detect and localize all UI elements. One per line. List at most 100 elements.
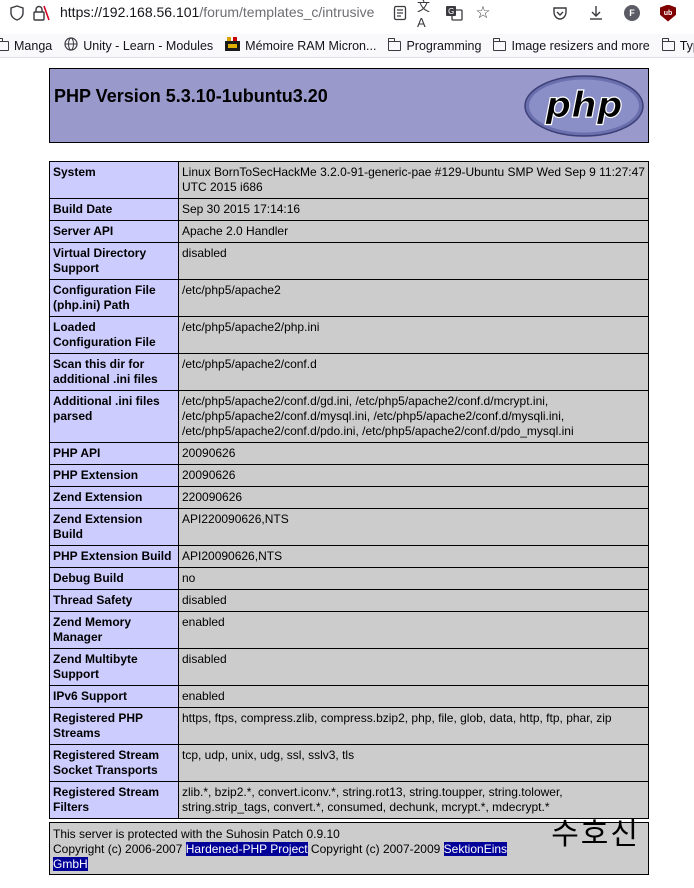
url-path: /forum/templates_c/intrusive bbox=[199, 4, 375, 20]
table-row: PHP Extension 20090626 bbox=[49, 464, 649, 487]
bookmark-programming[interactable]: Programming bbox=[388, 37, 482, 53]
profile-initial: F bbox=[624, 5, 640, 21]
info-key: Zend Extension Build bbox=[49, 508, 179, 546]
table-row: Debug Build no bbox=[49, 567, 649, 590]
info-key: PHP Extension Build bbox=[49, 545, 179, 568]
info-value: Sep 30 2015 17:14:16 bbox=[178, 198, 649, 221]
hardened-php-link[interactable]: Hardened-PHP Project bbox=[185, 842, 308, 856]
info-value: Apache 2.0 Handler bbox=[178, 220, 649, 243]
info-value: https, ftps, compress.zlib, compress.bzi… bbox=[178, 707, 649, 745]
info-value: /etc/php5/apache2/php.ini bbox=[178, 316, 649, 354]
bookmark-label: Manga bbox=[14, 38, 53, 53]
globe-icon bbox=[64, 37, 78, 54]
translate-page-icon[interactable]: G bbox=[444, 3, 464, 23]
table-row: Zend Memory Manager enabled bbox=[49, 611, 649, 649]
info-key: System bbox=[49, 161, 179, 199]
table-row: System Linux BornToSecHackMe 3.2.0-91-gen… bbox=[49, 161, 649, 199]
info-key: Registered Stream Filters bbox=[49, 781, 179, 819]
pocket-icon[interactable] bbox=[550, 3, 570, 23]
address-bar[interactable]: https://192.168.56.101/forum/templates_c… bbox=[0, 0, 694, 30]
info-value: no bbox=[178, 567, 649, 590]
info-key: Build Date bbox=[49, 198, 179, 221]
table-row: Zend Extension 220090626 bbox=[49, 486, 649, 509]
folder-icon bbox=[493, 37, 507, 51]
info-value: zlib.*, bzip2.*, convert.iconv.*, string… bbox=[178, 781, 649, 819]
shield-icon[interactable] bbox=[7, 3, 27, 23]
ram-favicon-icon bbox=[225, 37, 241, 54]
info-key: Configuration File (php.ini) Path bbox=[49, 279, 179, 317]
table-row: Registered PHP Streams https, ftps, compr… bbox=[49, 707, 649, 745]
info-key: IPv6 Support bbox=[49, 685, 179, 708]
bookmarks-toolbar: Manga Unity - Learn - Modules Mémoire RA… bbox=[0, 34, 694, 58]
table-row: Scan this dir for additional .ini files /… bbox=[49, 353, 649, 391]
table-row: Server API Apache 2.0 Handler bbox=[49, 220, 649, 243]
page-title: PHP Version 5.3.10-1ubuntu3.20 bbox=[54, 86, 328, 106]
table-row: IPv6 Support enabled bbox=[49, 685, 649, 708]
info-value: 20090626 bbox=[178, 442, 649, 465]
copyright-text-1: Copyright (c) 2006-2007 bbox=[53, 842, 186, 856]
table-row: Registered Stream Filters zlib.*, bzip2.*… bbox=[49, 781, 649, 819]
info-key: Server API bbox=[49, 220, 179, 243]
info-key: Registered PHP Streams bbox=[49, 707, 179, 745]
info-key: Zend Memory Manager bbox=[49, 611, 179, 649]
url-host: https://192.168.56.101 bbox=[60, 4, 200, 20]
bookmark-label: Typin bbox=[679, 38, 694, 53]
bookmark-label: Programming bbox=[406, 38, 482, 53]
ublock-icon[interactable]: ub bbox=[658, 3, 678, 23]
svg-text:G: G bbox=[448, 7, 454, 16]
info-value: disabled bbox=[178, 242, 649, 280]
table-row: Additional .ini files parsed/etc/php5/ap… bbox=[49, 390, 649, 443]
table-row: Zend Extension Build API220090626,NTS bbox=[49, 508, 649, 546]
profile-avatar-icon[interactable]: F bbox=[622, 3, 642, 23]
bookmark-typin[interactable]: Typin bbox=[661, 37, 694, 53]
table-row: PHP API 20090626 bbox=[49, 442, 649, 465]
table-row: Build Date Sep 30 2015 17:14:16 bbox=[49, 198, 649, 221]
lock-warning-icon[interactable] bbox=[31, 3, 51, 23]
info-key: Zend Multibyte Support bbox=[49, 648, 179, 686]
folder-icon bbox=[661, 37, 675, 51]
bookmark-image-resizers[interactable]: Image resizers and more bbox=[493, 37, 650, 53]
suhosin-footer: This server is protected with the Suhosi… bbox=[49, 820, 649, 875]
info-value: API20090626,NTS bbox=[178, 545, 649, 568]
table-row: PHP Extension Build API20090626,NTS bbox=[49, 545, 649, 568]
table-row: Configuration File (php.ini) Path/etc/ph… bbox=[49, 279, 649, 317]
info-key: Scan this dir for additional .ini files bbox=[49, 353, 179, 391]
url-text[interactable]: https://192.168.56.101/forum/templates_c… bbox=[60, 4, 386, 20]
reader-view-icon[interactable] bbox=[390, 3, 410, 23]
table-row: Thread Safety disabled bbox=[49, 589, 649, 612]
info-key: Thread Safety bbox=[49, 589, 179, 612]
info-value: tcp, udp, unix, udg, ssl, sslv3, tls bbox=[178, 744, 649, 782]
info-key: Virtual Directory Support bbox=[49, 242, 179, 280]
info-value: /etc/php5/apache2/conf.d bbox=[178, 353, 649, 391]
copyright-text-2: Copyright (c) 2007-2009 bbox=[307, 842, 444, 856]
bookmark-unity[interactable]: Unity - Learn - Modules bbox=[64, 37, 213, 54]
info-value: Linux BornToSecHackMe 3.2.0-91-generic-p… bbox=[178, 161, 649, 199]
info-value: disabled bbox=[178, 589, 649, 612]
info-key: Loaded Configuration File bbox=[49, 316, 179, 354]
php-version-header: PHP Version 5.3.10-1ubuntu3.20 php bbox=[49, 68, 649, 143]
bookmark-label: Mémoire RAM Micron... bbox=[245, 38, 377, 53]
php-logo-icon: php bbox=[524, 75, 644, 137]
table-row: Registered Stream Socket Transports tcp, … bbox=[49, 744, 649, 782]
ublock-label: ub bbox=[660, 4, 676, 22]
bookmark-ram[interactable]: Mémoire RAM Micron... bbox=[225, 37, 376, 54]
info-value: /etc/php5/apache2/conf.d/gd.ini, /etc/ph… bbox=[178, 390, 649, 443]
info-value: /etc/php5/apache2 bbox=[178, 279, 649, 317]
info-key: Debug Build bbox=[49, 567, 179, 590]
info-key: Registered Stream Socket Transports bbox=[49, 744, 179, 782]
translate-icon[interactable]: 文A bbox=[417, 0, 437, 30]
php-logo-text: php bbox=[544, 85, 622, 126]
info-value: disabled bbox=[178, 648, 649, 686]
info-value: enabled bbox=[178, 685, 649, 708]
download-icon[interactable] bbox=[586, 3, 606, 23]
folder-icon bbox=[0, 37, 9, 51]
php-info-table: System Linux BornToSecHackMe 3.2.0-91-gen… bbox=[49, 161, 649, 819]
table-row: Loaded Configuration File/etc/php5/apach… bbox=[49, 316, 649, 354]
info-key: Zend Extension bbox=[49, 486, 179, 509]
table-row: Zend Multibyte Support disabled bbox=[49, 648, 649, 686]
info-key: Additional .ini files parsed bbox=[49, 390, 179, 443]
bookmark-label: Unity - Learn - Modules bbox=[83, 38, 214, 53]
info-value: 220090626 bbox=[178, 486, 649, 509]
bookmark-manga[interactable]: Manga bbox=[0, 37, 53, 53]
bookmark-star-icon[interactable]: ☆ bbox=[473, 3, 493, 23]
